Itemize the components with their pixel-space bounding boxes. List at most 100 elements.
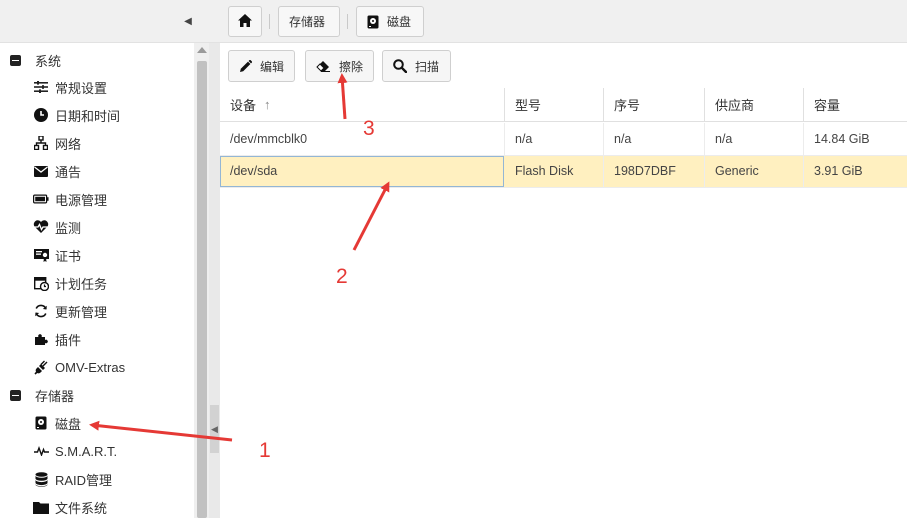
cell-text: n/a	[715, 132, 733, 146]
table-cell[interactable]: /dev/sda	[220, 155, 505, 187]
cell-text: 3.91 GiB	[814, 164, 863, 178]
hdd-icon	[367, 15, 379, 29]
cell-text: 14.84 GiB	[814, 132, 870, 146]
sidebar-group-label: 系统	[35, 53, 62, 69]
sidebar-item-monitoring[interactable]: 监测	[33, 217, 81, 237]
envelope-icon	[33, 163, 49, 179]
collapse-sidebar-button[interactable]: ◀	[180, 12, 196, 30]
table-cell[interactable]: n/a	[705, 123, 804, 155]
cell-text: 198D7DBF	[614, 164, 676, 178]
breadcrumb-storage-label: 存储器	[289, 15, 326, 29]
sidebar-item-raid[interactable]: RAID管理	[33, 469, 112, 489]
table-cell[interactable]: 3.91 GiB	[804, 155, 907, 187]
sidebar-item-label: RAID管理	[55, 472, 113, 488]
scan-button[interactable]: 扫描	[382, 50, 451, 82]
network-icon	[33, 135, 49, 151]
cell-text: Flash Disk	[515, 164, 574, 178]
sidebar-item-label: 常规设置	[55, 80, 108, 96]
plug-icon	[33, 359, 49, 375]
hdd-icon	[33, 415, 49, 431]
sidebar-item-scheduled-tasks[interactable]: 计划任务	[33, 273, 107, 293]
column-header-capacity[interactable]: 容量	[804, 88, 907, 122]
sidebar-item-filesystems[interactable]: 文件系统	[33, 497, 107, 517]
sidebar-item-power-management[interactable]: 电源管理	[33, 189, 107, 209]
breadcrumb-home[interactable]	[228, 6, 262, 37]
sidebar-item-label: 文件系统	[55, 500, 108, 516]
column-header-label: 设备	[230, 98, 257, 113]
battery-icon	[33, 191, 49, 207]
table-cell[interactable]: n/a	[604, 123, 705, 155]
sidebar-item-label: OMV-Extras	[55, 359, 126, 375]
annotation-label-1: 1	[259, 439, 271, 462]
table-cell[interactable]: 198D7DBF	[604, 155, 705, 187]
sidebar-group-system[interactable]: 系统	[10, 50, 61, 70]
home-icon	[238, 13, 252, 30]
edit-button[interactable]: 编辑	[228, 50, 295, 82]
pulse-icon	[33, 443, 49, 459]
certificate-icon	[33, 247, 49, 263]
sidebar-item-network[interactable]: 网络	[33, 133, 81, 153]
column-header-label: 序号	[614, 98, 641, 113]
sort-ascending-icon: ↑	[264, 97, 271, 112]
sidebar-item-update-management[interactable]: 更新管理	[33, 301, 107, 321]
cell-text: /dev/mmcblk0	[230, 132, 308, 146]
sidebar-item-smart[interactable]: S.M.A.R.T.	[33, 441, 117, 461]
table-cell[interactable]: Generic	[705, 155, 804, 187]
sidebar-item-label: 日期和时间	[55, 108, 121, 124]
heartbeat-icon	[33, 219, 49, 235]
search-icon	[393, 59, 407, 73]
column-header-vendor[interactable]: 供应商	[705, 88, 804, 122]
breadcrumb-storage[interactable]: 存储器	[278, 6, 340, 37]
eraser-icon	[316, 60, 331, 72]
refresh-icon	[33, 303, 49, 319]
sidebar-item-omv-extras[interactable]: OMV-Extras	[33, 357, 125, 377]
sidebar-item-label: 网络	[55, 136, 82, 152]
breadcrumb-separator	[269, 14, 270, 29]
cell-text: /dev/sda	[230, 164, 278, 178]
sidebar-item-certificates[interactable]: 证书	[33, 245, 81, 265]
breadcrumb-disks[interactable]: 磁盘	[356, 6, 424, 37]
splitter-handle[interactable]: ◀	[210, 405, 219, 453]
sidebar-group-storage[interactable]: 存储器	[10, 385, 74, 405]
scroll-up-arrow-icon[interactable]	[197, 47, 207, 53]
scan-button-label: 扫描	[415, 59, 440, 74]
column-header-label: 容量	[814, 98, 841, 113]
collapse-icon	[10, 54, 21, 66]
table-cell[interactable]: Flash Disk	[505, 155, 604, 187]
clock-icon	[33, 107, 49, 123]
breadcrumb-separator	[347, 14, 348, 29]
sidebar-item-plugins[interactable]: 插件	[33, 329, 81, 349]
top-bar	[0, 0, 907, 43]
sidebar-item-label: 磁盘	[55, 416, 82, 432]
puzzle-icon	[33, 331, 49, 347]
table-cell[interactable]: 14.84 GiB	[804, 123, 907, 155]
edit-button-label: 编辑	[260, 59, 285, 74]
column-header-label: 型号	[515, 98, 542, 113]
sidebar-item-label: S.M.A.R.T.	[55, 443, 118, 459]
annotation-arrow-2	[352, 181, 390, 251]
annotation-label-3: 3	[363, 117, 375, 140]
column-header-serial[interactable]: 序号	[604, 88, 705, 122]
cell-text: n/a	[614, 132, 632, 146]
sidebar-group-label: 存储器	[35, 388, 75, 404]
sidebar-item-label: 计划任务	[55, 276, 108, 292]
sidebar-item-label: 监测	[55, 220, 82, 236]
sidebar-item-label: 更新管理	[55, 304, 108, 320]
table-cell[interactable]: n/a	[505, 123, 604, 155]
column-header-model[interactable]: 型号	[505, 88, 604, 122]
sliders-icon	[33, 79, 49, 95]
sidebar-item-label: 证书	[55, 248, 82, 264]
sidebar-item-label: 插件	[55, 332, 82, 348]
wipe-button[interactable]: 擦除	[305, 50, 374, 82]
cell-text: n/a	[515, 132, 533, 146]
sidebar-item-general-settings[interactable]: 常规设置	[33, 77, 107, 97]
sidebar-scrollbar-thumb[interactable]	[197, 61, 207, 518]
sidebar-item-datetime[interactable]: 日期和时间	[33, 105, 120, 125]
pencil-icon	[239, 59, 252, 73]
sidebar-item-notification[interactable]: 通告	[33, 161, 81, 181]
folder-icon	[33, 499, 49, 515]
sidebar-item-label: 通告	[55, 164, 82, 180]
sidebar-item-disks[interactable]: 磁盘	[33, 413, 81, 433]
wipe-button-label: 擦除	[339, 59, 364, 74]
calendar-clock-icon	[33, 275, 49, 291]
